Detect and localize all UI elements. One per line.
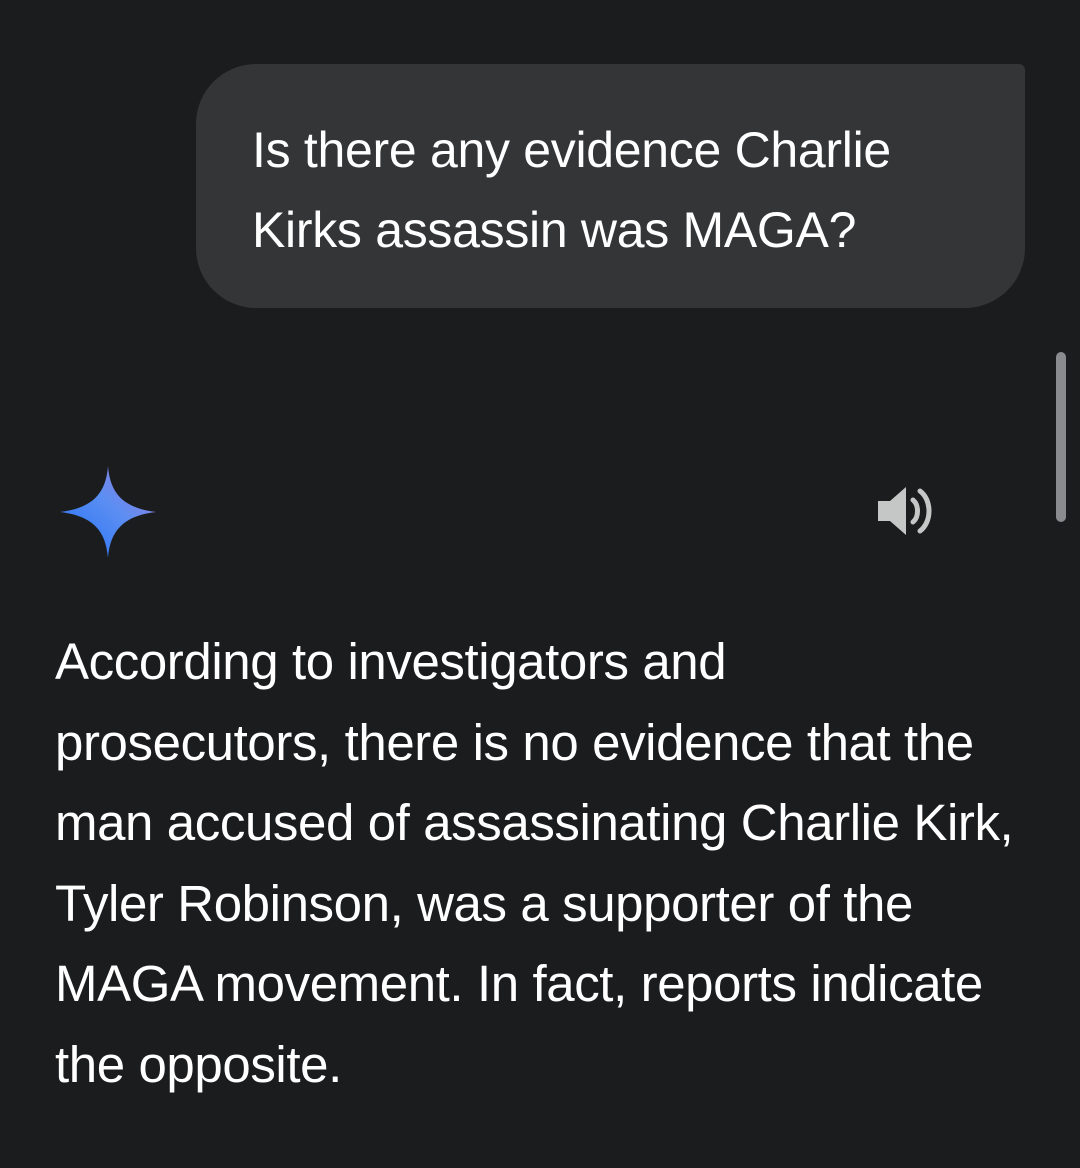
user-message-text: Is there any evidence Charlie Kirks assa… [252, 122, 891, 258]
gemini-sparkle-icon [60, 466, 156, 558]
user-message-bubble: Is there any evidence Charlie Kirks assa… [196, 64, 1025, 308]
assistant-response-text: According to investigators and prosecuto… [55, 633, 1014, 1093]
scrollbar-thumb[interactable] [1056, 352, 1066, 522]
chat-area: Is there any evidence Charlie Kirks assa… [0, 0, 1080, 1168]
speaker-icon [870, 483, 936, 544]
read-aloud-button[interactable] [866, 480, 940, 546]
